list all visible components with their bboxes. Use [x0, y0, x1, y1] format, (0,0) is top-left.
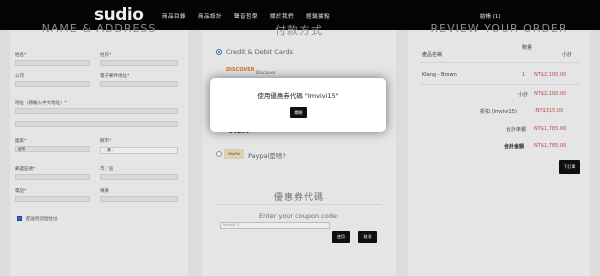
modal-message: 使用優惠券代碼 "Imvivi15": [257, 92, 339, 100]
modal-backdrop[interactable]: [0, 0, 600, 276]
coupon-modal: 使用優惠券代碼 "Imvivi15" 關閉: [210, 78, 386, 132]
modal-close-button[interactable]: 關閉: [290, 107, 307, 118]
